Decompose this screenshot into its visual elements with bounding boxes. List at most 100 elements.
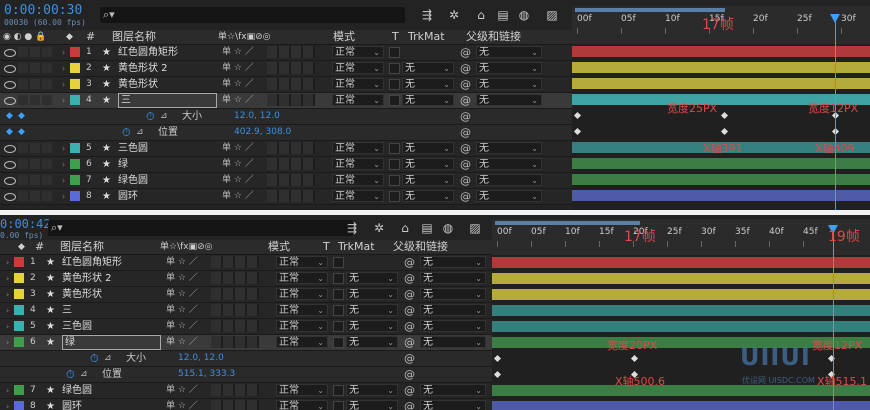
- layer-row[interactable]: › 5 ★ 三色圆单 ☆ ／正常 ⌄ 无 ⌄ @ 无 ⌄: [0, 141, 572, 157]
- top-work-area[interactable]: [575, 8, 725, 12]
- expand-chevron-icon[interactable]: ›: [62, 189, 65, 204]
- layer-name[interactable]: 黄色形状 2: [118, 61, 168, 76]
- blend-mode-select[interactable]: 正常 ⌄: [332, 46, 384, 58]
- switch-boxes[interactable]: [267, 174, 315, 186]
- expand-chevron-icon[interactable]: ›: [6, 271, 9, 286]
- blend-mode-select[interactable]: 正常 ⌄: [276, 384, 328, 396]
- trkmat-select[interactable]: 无 ⌄: [346, 288, 398, 300]
- keyframe-marker[interactable]: [493, 354, 502, 363]
- trkmat-select[interactable]: 无 ⌄: [346, 400, 398, 410]
- layer-name[interactable]: 绿: [62, 335, 161, 350]
- solo-toggle[interactable]: [30, 191, 40, 201]
- pick-whip-icon[interactable]: @: [404, 399, 415, 410]
- blend-mode-select[interactable]: 正常 ⌄: [276, 256, 328, 268]
- pick-whip-icon[interactable]: @: [460, 125, 471, 140]
- preserve-transparency-toggle[interactable]: [389, 159, 400, 170]
- comp-flow-icon[interactable]: ⇶: [420, 8, 434, 22]
- layer-row[interactable]: › 7 ★ 绿色圆单 ☆ ／正常 ⌄ 无 ⌄ @ 无 ⌄: [0, 383, 492, 399]
- preserve-transparency-toggle[interactable]: [333, 273, 344, 284]
- label-color-swatch[interactable]: [14, 289, 24, 299]
- top-timecode[interactable]: 0:00:00:30: [4, 3, 82, 18]
- parent-select[interactable]: 无 ⌄: [420, 272, 486, 284]
- layer-row[interactable]: › 8 ★ 圆环单 ☆ ／正常 ⌄ 无 ⌄ @ 无 ⌄: [0, 189, 572, 205]
- switch-boxes[interactable]: [211, 272, 259, 284]
- layer-name[interactable]: 三: [118, 93, 217, 108]
- label-color-swatch[interactable]: [14, 305, 24, 315]
- blend-mode-select[interactable]: 正常 ⌄: [276, 336, 328, 348]
- lock-toggle[interactable]: [42, 191, 52, 201]
- draft-3d-icon[interactable]: ✲: [447, 8, 461, 22]
- bottom-timecode[interactable]: 0:00:42: [0, 217, 51, 231]
- audio-toggle[interactable]: [18, 63, 28, 73]
- layer-duration-bar[interactable]: [492, 257, 870, 268]
- pick-whip-icon[interactable]: @: [404, 367, 415, 382]
- audio-toggle[interactable]: [18, 143, 28, 153]
- blend-mode-select[interactable]: 正常 ⌄: [332, 158, 384, 170]
- top-search-input[interactable]: ⌕▾: [100, 7, 405, 23]
- switch-boxes[interactable]: [211, 400, 259, 410]
- trkmat-select[interactable]: 无 ⌄: [346, 384, 398, 396]
- expand-chevron-icon[interactable]: ›: [62, 77, 65, 92]
- lock-toggle[interactable]: [42, 47, 52, 57]
- col-mode-header[interactable]: 模式: [333, 30, 355, 44]
- solo-toggle[interactable]: [30, 143, 40, 153]
- trkmat-select[interactable]: 无 ⌄: [346, 272, 398, 284]
- parent-select[interactable]: 无 ⌄: [420, 320, 486, 332]
- expand-chevron-icon[interactable]: ›: [6, 383, 9, 398]
- solo-toggle[interactable]: [30, 95, 40, 105]
- layer-duration-bar[interactable]: [572, 46, 870, 57]
- layer-switches[interactable]: 单 ☆ ／: [166, 303, 198, 318]
- layer-name[interactable]: 绿: [118, 157, 128, 172]
- expand-chevron-icon[interactable]: ›: [6, 255, 9, 270]
- switch-boxes[interactable]: [267, 94, 315, 106]
- label-color-swatch[interactable]: [14, 337, 24, 347]
- layer-duration-bar[interactable]: [572, 190, 870, 201]
- parent-select[interactable]: 无 ⌄: [420, 288, 486, 300]
- layer-name[interactable]: 圆环: [118, 189, 138, 204]
- trkmat-select[interactable]: 无 ⌄: [402, 158, 454, 170]
- expand-chevron-icon[interactable]: ›: [6, 399, 9, 410]
- shy-icon[interactable]: ⌂: [474, 8, 488, 22]
- trkmat-select[interactable]: 无 ⌄: [402, 174, 454, 186]
- expand-chevron-icon[interactable]: ›: [62, 45, 65, 60]
- layer-row[interactable]: › 3 ★ 黄色形状单 ☆ ／正常 ⌄ 无 ⌄ @ 无 ⌄: [0, 287, 492, 303]
- motion-blur-icon[interactable]: ◍: [517, 8, 531, 22]
- layer-duration-bar[interactable]: [572, 62, 870, 73]
- expand-chevron-icon[interactable]: ›: [62, 173, 65, 188]
- graph-editor-icon[interactable]: ▨: [468, 221, 482, 235]
- expand-chevron-icon[interactable]: ›: [62, 61, 65, 76]
- visibility-eye-icon[interactable]: [4, 193, 16, 201]
- parent-select[interactable]: 无 ⌄: [476, 190, 542, 202]
- preserve-transparency-toggle[interactable]: [333, 401, 344, 410]
- layer-name[interactable]: 三色圆: [62, 319, 92, 334]
- preserve-transparency-toggle[interactable]: [333, 337, 344, 348]
- pick-whip-icon[interactable]: @: [460, 173, 471, 188]
- motion-blur-icon[interactable]: ◍: [441, 221, 455, 235]
- audio-toggle[interactable]: [18, 95, 28, 105]
- layer-switches[interactable]: 单 ☆ ／: [166, 383, 198, 398]
- bottom-work-area[interactable]: [495, 221, 640, 225]
- pick-whip-icon[interactable]: @: [460, 93, 471, 108]
- label-color-swatch[interactable]: [70, 159, 80, 169]
- layer-name[interactable]: 红色圆角矩形: [118, 45, 178, 60]
- layer-name[interactable]: 三: [62, 303, 72, 318]
- preserve-transparency-toggle[interactable]: [389, 95, 400, 106]
- graph-icon[interactable]: ⊿: [80, 367, 88, 382]
- label-color-swatch[interactable]: [14, 273, 24, 283]
- property-row[interactable]: ◆ ◆ ⏱ ⊿ 位置 402.9, 308.0 @: [0, 125, 572, 141]
- graph-icon[interactable]: ⊿: [160, 109, 168, 124]
- layer-switches[interactable]: 单 ☆ ／: [166, 399, 198, 410]
- label-color-swatch[interactable]: [70, 47, 80, 57]
- keyframe-marker[interactable]: [573, 127, 582, 136]
- pick-whip-icon[interactable]: @: [404, 303, 415, 318]
- keyframe-marker[interactable]: [720, 111, 729, 120]
- switch-boxes[interactable]: [267, 46, 315, 58]
- preserve-transparency-toggle[interactable]: [389, 175, 400, 186]
- switch-boxes[interactable]: [211, 288, 259, 300]
- keyframe-nav-prev-icon[interactable]: ◆: [6, 109, 13, 124]
- lock-toggle[interactable]: [42, 63, 52, 73]
- property-value[interactable]: 12.0, 12.0: [234, 109, 280, 124]
- expand-chevron-icon[interactable]: ›: [62, 93, 65, 108]
- label-color-swatch[interactable]: [70, 95, 80, 105]
- expand-chevron-icon[interactable]: ›: [62, 141, 65, 156]
